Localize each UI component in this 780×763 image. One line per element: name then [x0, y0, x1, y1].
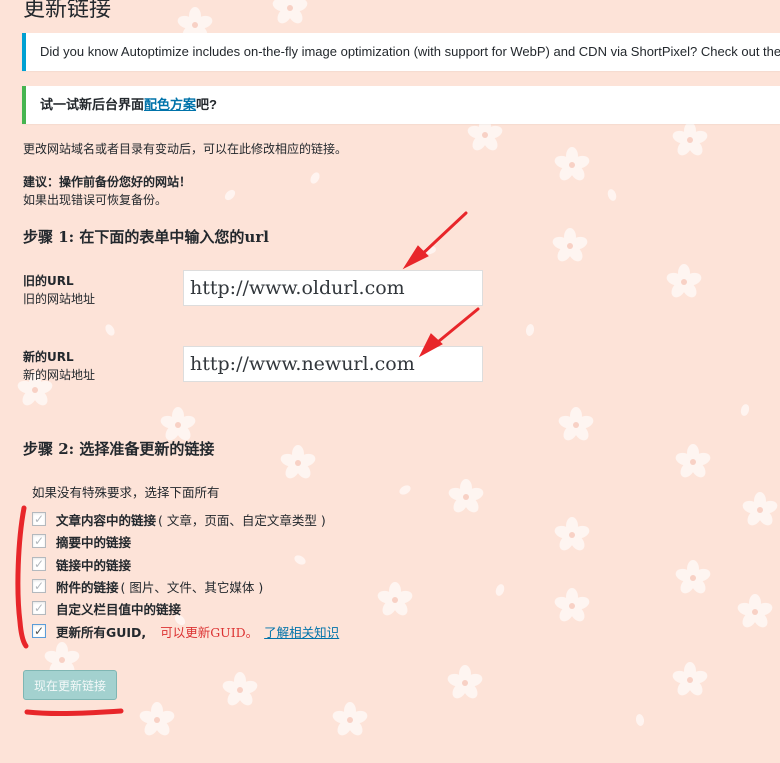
post-content-checkbox[interactable]: [32, 512, 46, 526]
new-url-label: 新的URL 新的网站地址: [23, 348, 95, 384]
notice-suffix: 吧?: [196, 97, 217, 112]
backup-advice: 建议：操作前备份您好的网站！: [23, 175, 192, 189]
step2-hint: 如果没有特殊要求，选择下面所有: [32, 485, 220, 500]
intro-description: 更改网站域名或者目录有变动后，可以在此修改相应的链接。: [23, 142, 348, 156]
attachments-checkbox[interactable]: [32, 579, 46, 593]
page-title: 更新链接: [23, 0, 112, 22]
autoptimize-notice-text: Did you know Autoptimize includes on-the…: [40, 44, 780, 59]
option-label: 链接中的链接: [56, 557, 132, 573]
main-content: 更新链接 Did you know Autoptimize includes o…: [0, 0, 780, 763]
links-checkbox[interactable]: [32, 557, 46, 571]
old-url-input[interactable]: [183, 270, 483, 306]
option-label: 更新所有GUID,: [56, 624, 147, 640]
option-note: ( 文章，页面、自定文章类型 ): [158, 512, 326, 528]
update-links-button[interactable]: 现在更新链接: [23, 670, 118, 700]
option-note: ( 图片、文件、其它媒体 ): [120, 579, 264, 595]
notice-prefix: 试一试新后台界面: [40, 97, 145, 112]
restore-note: 如果出现错误可恢复备份。: [23, 193, 168, 207]
autoptimize-notice: Did you know Autoptimize includes on-the…: [22, 33, 780, 71]
custom-fields-checkbox[interactable]: [32, 601, 46, 615]
guid-learn-more-link[interactable]: 了解相关知识: [264, 622, 339, 641]
option-links[interactable]: 链接中的链接: [32, 554, 131, 574]
step1-heading: 步骤 1: 在下面的表单中输入您的url: [23, 228, 269, 246]
color-scheme-notice-text: 试一试新后台界面配色方案吧?: [26, 86, 780, 124]
option-label: 摘要中的链接: [56, 534, 132, 550]
option-label: 自定义栏目值中的链接: [56, 601, 182, 617]
color-scheme-link[interactable]: 配色方案: [144, 97, 196, 112]
color-scheme-notice: 试一试新后台界面配色方案吧?: [22, 86, 780, 124]
excerpt-checkbox[interactable]: [32, 534, 46, 548]
guids-checkbox[interactable]: [32, 624, 46, 638]
guid-warning: 可以更新GUID。: [160, 624, 259, 640]
option-excerpt[interactable]: 摘要中的链接: [32, 531, 131, 551]
new-url-input[interactable]: [183, 346, 483, 382]
option-label: 附件的链接: [56, 579, 119, 595]
new-url-label-text: 新的URL: [23, 350, 74, 364]
step2-heading: 步骤 2: 选择准备更新的链接: [23, 440, 215, 458]
option-custom-fields[interactable]: 自定义栏目值中的链接: [32, 598, 181, 618]
option-post-content[interactable]: 文章内容中的链接 ( 文章，页面、自定文章类型 ): [32, 509, 326, 529]
old-url-sublabel: 旧的网站地址: [23, 292, 96, 306]
option-guids[interactable]: 更新所有GUID, 可以更新GUID。 了解相关知识: [32, 621, 339, 641]
old-url-label: 旧的URL 旧的网站地址: [23, 272, 95, 308]
new-url-sublabel: 新的网站地址: [23, 368, 96, 382]
option-attachments[interactable]: 附件的链接 ( 图片、文件、其它媒体 ): [32, 576, 263, 596]
option-label: 文章内容中的链接: [56, 512, 157, 528]
old-url-label-text: 旧的URL: [23, 274, 74, 288]
